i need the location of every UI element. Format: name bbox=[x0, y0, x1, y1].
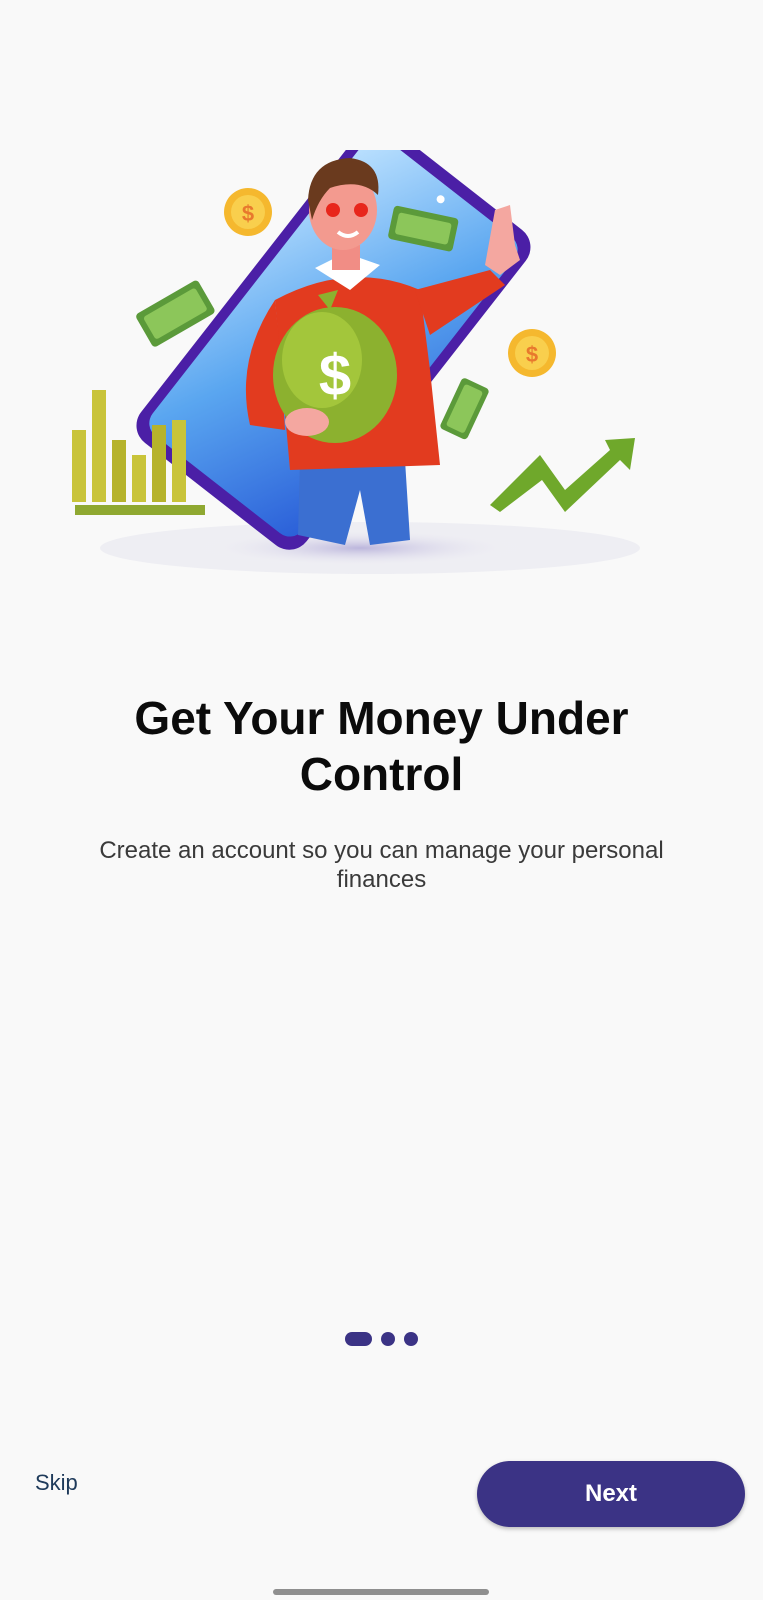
next-button[interactable]: Next bbox=[477, 1461, 745, 1527]
coin-icon: $ bbox=[224, 188, 272, 236]
svg-text:$: $ bbox=[242, 201, 254, 226]
coin-icon: $ bbox=[508, 329, 556, 377]
page-indicator-dot bbox=[381, 1332, 395, 1346]
onboarding-title: Get Your Money Under Control bbox=[134, 692, 629, 800]
banknote-icon bbox=[440, 378, 489, 440]
svg-text:$: $ bbox=[526, 342, 538, 367]
trend-arrow-icon bbox=[490, 438, 635, 512]
onboarding-subtitle: Create an account so you can manage your… bbox=[99, 837, 664, 893]
man-with-money-bag-illustration: $ $ $ bbox=[72, 150, 640, 574]
svg-text:$: $ bbox=[319, 343, 351, 408]
page-indicator-dot-active bbox=[345, 1332, 372, 1346]
page-indicator-dot bbox=[404, 1332, 418, 1346]
page-indicator bbox=[0, 1332, 763, 1346]
hero-illustration: $ $ $ bbox=[60, 150, 700, 590]
home-indicator[interactable] bbox=[273, 1589, 489, 1595]
skip-button[interactable]: Skip bbox=[35, 1470, 78, 1496]
